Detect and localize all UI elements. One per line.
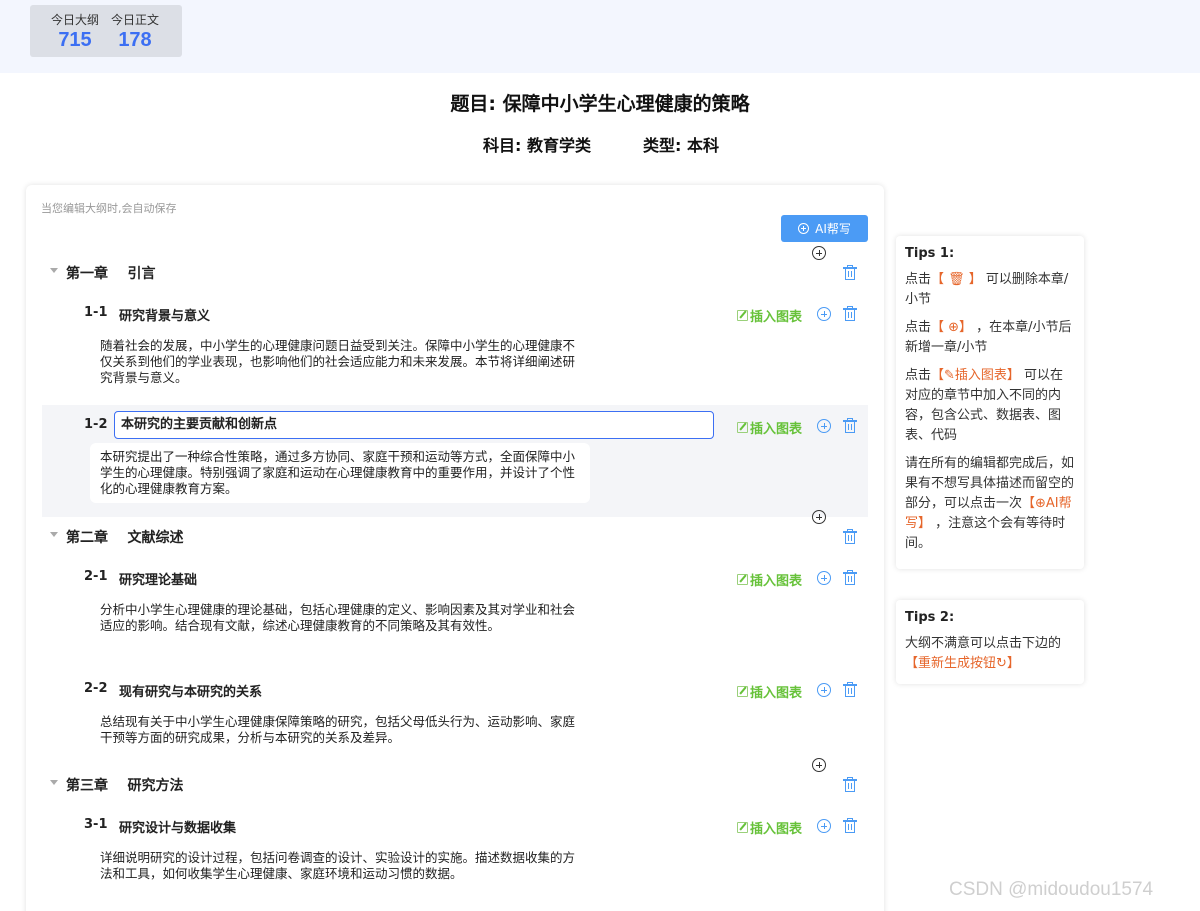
plus-circle-icon: 【 ⊕】 <box>931 320 973 335</box>
tip1-insert-hint: 点击【✎插入图表】 可以在对应的章节中加入不同的内容，包含公式、数据表、图表、代… <box>905 368 1064 443</box>
insert-chart-label: 插入图表 <box>750 422 803 437</box>
type-label: 类型: 本科 <box>643 136 719 155</box>
section-title[interactable]: 现有研究与本研究的关系 <box>119 681 262 700</box>
tip2-title: Tips 2: <box>905 610 955 625</box>
section-title[interactable]: 研究设计与数据收集 <box>119 817 236 836</box>
insert-chart-label: 插入图表 <box>750 686 803 701</box>
body-stat-label: 今日正文 <box>111 13 160 27</box>
collapse-caret-icon[interactable] <box>50 268 58 273</box>
edit-icon <box>737 686 748 697</box>
chapter-title[interactable]: 第二章 文献综述 <box>66 527 184 547</box>
insert-chart-tag: 【✎插入图表】 <box>931 368 1020 383</box>
tips-panel-1: Tips 1: 点击【 🗑 】 可以删除本章/小节 点击【 ⊕】 ，在本章/小节… <box>896 236 1084 569</box>
add-section-icon[interactable] <box>817 419 831 433</box>
trash-icon: 【 🗑 】 <box>931 272 982 287</box>
tips-panel-2: Tips 2: 大纲不满意可以点击下边的【重新生成按钮↻】 <box>896 600 1084 684</box>
insert-chart-button[interactable]: 插入图表 <box>737 570 802 589</box>
section-title[interactable]: 研究理论基础 <box>119 569 197 588</box>
collapse-caret-icon[interactable] <box>50 780 58 785</box>
section-number: 1-1 <box>84 305 108 320</box>
tip2-text: 大纲不满意可以点击下边的【重新生成按钮↻】 <box>905 636 1062 671</box>
insert-chart-label: 插入图表 <box>750 822 803 837</box>
outline-stat: 今日大纲 715 <box>51 11 99 52</box>
add-section-icon[interactable] <box>817 571 831 585</box>
subject-label: 科目: 教育学类 <box>483 136 591 155</box>
edit-icon <box>737 422 748 433</box>
delete-section-icon[interactable] <box>843 306 857 321</box>
edit-icon <box>737 310 748 321</box>
chapter-title[interactable]: 第三章 研究方法 <box>66 775 184 795</box>
delete-section-icon[interactable] <box>843 418 857 433</box>
insert-chart-label: 插入图表 <box>750 574 803 589</box>
section-body[interactable]: 总结现有关于中小学生心理健康保障策略的研究，包括父母低头行为、运动影响、家庭干预… <box>100 714 580 746</box>
chapter-row[interactable]: 第一章 引言 <box>26 258 884 288</box>
outline-stat-count: 715 <box>58 29 92 51</box>
delete-section-icon[interactable] <box>843 682 857 697</box>
chapter-row[interactable]: 第二章 文献综述 <box>26 522 884 552</box>
section-body[interactable]: 本研究提出了一种综合性策略，通过多方协同、家庭干预和运动等方式，全面保障中小学生… <box>90 443 590 503</box>
tip1-add-hint: 点击【 ⊕】 ，在本章/小节后新增一章/小节 <box>905 320 1072 355</box>
top-bar: 今日大纲 715 今日正文 178 <box>0 0 1200 73</box>
section-title[interactable]: 研究背景与意义 <box>119 305 210 324</box>
chapter-row[interactable]: 第三章 研究方法 <box>26 770 884 800</box>
daily-stats-panel: 今日大纲 715 今日正文 178 <box>30 5 182 57</box>
tip1-title: Tips 1: <box>905 246 955 261</box>
section-number: 2-2 <box>84 681 108 696</box>
insert-chart-button[interactable]: 插入图表 <box>737 682 802 701</box>
section-body[interactable]: 分析中小学生心理健康的理论基础，包括心理健康的定义、影响因素及其对学业和社会适应… <box>100 602 580 634</box>
delete-section-icon[interactable] <box>843 570 857 585</box>
watermark: CSDN @midoudou1574 <box>949 879 1154 900</box>
section-number: 2-1 <box>84 569 108 584</box>
body-stat-count: 178 <box>118 29 152 51</box>
collapse-caret-icon[interactable] <box>50 532 58 537</box>
delete-chapter-icon[interactable] <box>843 265 857 280</box>
autosave-note: 当您编辑大纲时,会自动保存 <box>41 202 177 215</box>
page-title: 题目: 保障中小学生心理健康的策略 <box>450 93 750 115</box>
outline-editor: 当您编辑大纲时,会自动保存 AI帮写 第一章 引言 1-1 研究背景与意义 插入… <box>26 185 884 911</box>
delete-chapter-icon[interactable] <box>843 529 857 544</box>
delete-section-icon[interactable] <box>843 818 857 833</box>
insert-chart-button[interactable]: 插入图表 <box>737 818 802 837</box>
regenerate-tag: 【重新生成按钮↻】 <box>905 656 1020 671</box>
ai-write-label: AI帮写 <box>815 222 851 236</box>
edit-icon <box>737 574 748 585</box>
insert-chart-button[interactable]: 插入图表 <box>737 306 802 325</box>
section-number: 3-1 <box>84 817 108 832</box>
section-body[interactable]: 随着社会的发展，中小学生的心理健康问题日益受到关注。保障中小学生的心理健康不仅关… <box>100 338 580 386</box>
body-stat: 今日正文 178 <box>111 11 159 52</box>
edit-icon <box>737 822 748 833</box>
chapter-title[interactable]: 第一章 引言 <box>66 263 156 283</box>
tip1-delete-hint: 点击【 🗑 】 可以删除本章/小节 <box>905 272 1069 307</box>
ai-write-button[interactable]: AI帮写 <box>781 215 868 242</box>
insert-chart-label: 插入图表 <box>750 310 803 325</box>
delete-chapter-icon[interactable] <box>843 777 857 792</box>
outline-stat-label: 今日大纲 <box>51 13 100 27</box>
add-section-icon[interactable] <box>817 307 831 321</box>
section-body[interactable]: 详细说明研究的设计过程，包括问卷调查的设计、实验设计的实施。描述数据收集的方法和… <box>100 850 580 882</box>
add-section-icon[interactable] <box>817 819 831 833</box>
plus-circle-icon <box>798 223 810 234</box>
tip1-ai-hint: 请在所有的编辑都完成后，如果有不想写具体描述而留空的部分，可以点击一次【⊕AI帮… <box>905 456 1075 551</box>
insert-chart-button[interactable]: 插入图表 <box>737 418 802 437</box>
section-title-input[interactable]: 本研究的主要贡献和创新点 <box>114 411 714 439</box>
section-number: 1-2 <box>84 417 108 432</box>
add-section-icon[interactable] <box>817 683 831 697</box>
